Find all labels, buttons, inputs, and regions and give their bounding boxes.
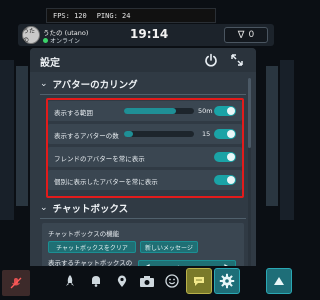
smile-icon	[165, 274, 179, 288]
divider	[40, 94, 246, 95]
avatar-count-slider[interactable]	[124, 131, 194, 137]
background-pillar-left-inner	[16, 66, 28, 206]
map-pin-icon	[117, 275, 127, 287]
expand-icon[interactable]	[230, 53, 244, 67]
slider-fill	[124, 131, 134, 137]
settings-header: 設定	[30, 48, 256, 72]
fps-ping-overlay: FPS: 120 PING: 24	[46, 8, 216, 23]
page-title: 設定	[40, 58, 60, 69]
display-range-toggle[interactable]	[214, 106, 236, 116]
avatar-count-toggle[interactable]	[214, 129, 236, 139]
scrollbar[interactable]	[248, 78, 251, 273]
launch-button[interactable]	[60, 270, 80, 292]
chat-bubble-icon	[194, 277, 204, 286]
currency-badge[interactable]: ∇ 0	[224, 27, 268, 43]
settings-panel: 設定 ⌄ アバターのカリング 表示する範囲 50m 表示するアバターの数 15 …	[30, 48, 256, 280]
expand-up-button[interactable]	[266, 268, 292, 294]
power-icon[interactable]	[204, 53, 218, 67]
bell-icon	[92, 276, 100, 287]
chevron-down-icon: ⌄	[40, 79, 48, 89]
setting-label: 表示する範囲	[54, 109, 93, 117]
setting-row-friend-avatars: フレンドのアバターを常に表示	[48, 147, 242, 167]
setting-label: 表示するアバターの数	[54, 132, 119, 140]
emoji-button[interactable]	[162, 270, 182, 292]
status-text: オンライン	[50, 38, 81, 45]
section-avatar-culling-header[interactable]: ⌄ アバターのカリング	[40, 74, 246, 94]
user-status: オンライン	[43, 36, 80, 45]
section-chatbox-header[interactable]: ⌄ チャットボックス	[40, 198, 246, 218]
scrollbar-thumb[interactable]	[248, 78, 251, 148]
setting-value: 15	[202, 130, 211, 138]
camera-button[interactable]	[137, 270, 157, 292]
individual-avatars-toggle[interactable]	[214, 175, 236, 185]
background-pillar-right-inner	[266, 66, 278, 206]
currency-value: 0	[248, 30, 255, 40]
settings-button[interactable]	[214, 268, 240, 294]
ping-readout: PING: 24	[96, 11, 131, 20]
friend-avatars-toggle[interactable]	[214, 152, 236, 162]
section-title: チャットボックス	[52, 204, 129, 215]
clear-chatbox-button[interactable]: チャットボックスをクリア	[48, 241, 136, 253]
chat-button[interactable]	[186, 268, 212, 294]
top-status-bar: うたの うたの (utano) オンライン 19:14 ∇ 0	[18, 24, 274, 46]
display-range-slider[interactable]	[124, 108, 194, 114]
triangle-up-icon	[274, 277, 284, 285]
setting-label: フレンドのアバターを常に表示	[54, 155, 145, 163]
setting-row-individual-avatars: 個別に表示したアバターを常に表示	[48, 170, 242, 190]
gear-icon	[219, 273, 235, 289]
v-currency-icon: ∇	[237, 29, 245, 41]
chatbox-feature-label: チャットボックスの機能	[48, 230, 120, 238]
setting-label: 個別に表示したアバターを常に表示	[54, 178, 158, 186]
new-message-button[interactable]: 新しいメッセージ	[140, 241, 198, 253]
chevron-down-icon: ⌄	[40, 203, 48, 213]
toggle-knob	[227, 107, 235, 115]
section-title: アバターのカリング	[52, 80, 138, 91]
mic-muted-icon	[10, 277, 22, 289]
background-pillar-right	[280, 60, 294, 220]
clock: 19:14	[130, 27, 169, 41]
setting-row-display-range: 表示する範囲 50m	[48, 101, 242, 121]
toggle-knob	[227, 176, 235, 184]
setting-value: 50m	[198, 107, 213, 115]
toggle-knob	[227, 130, 235, 138]
mic-muted-button[interactable]	[2, 270, 30, 296]
rocket-icon	[66, 275, 74, 286]
slider-fill	[124, 108, 176, 114]
toggle-knob	[227, 153, 235, 161]
online-dot-icon	[43, 38, 48, 43]
divider	[40, 218, 246, 219]
notifications-button[interactable]	[86, 270, 106, 292]
setting-row-avatar-count: 表示するアバターの数 15	[48, 124, 242, 144]
location-button[interactable]	[112, 270, 132, 292]
camera-icon	[140, 276, 154, 287]
fps-readout: FPS: 120	[53, 11, 87, 20]
avatar[interactable]: うたの	[22, 26, 40, 44]
background-pillar-left	[0, 60, 14, 220]
